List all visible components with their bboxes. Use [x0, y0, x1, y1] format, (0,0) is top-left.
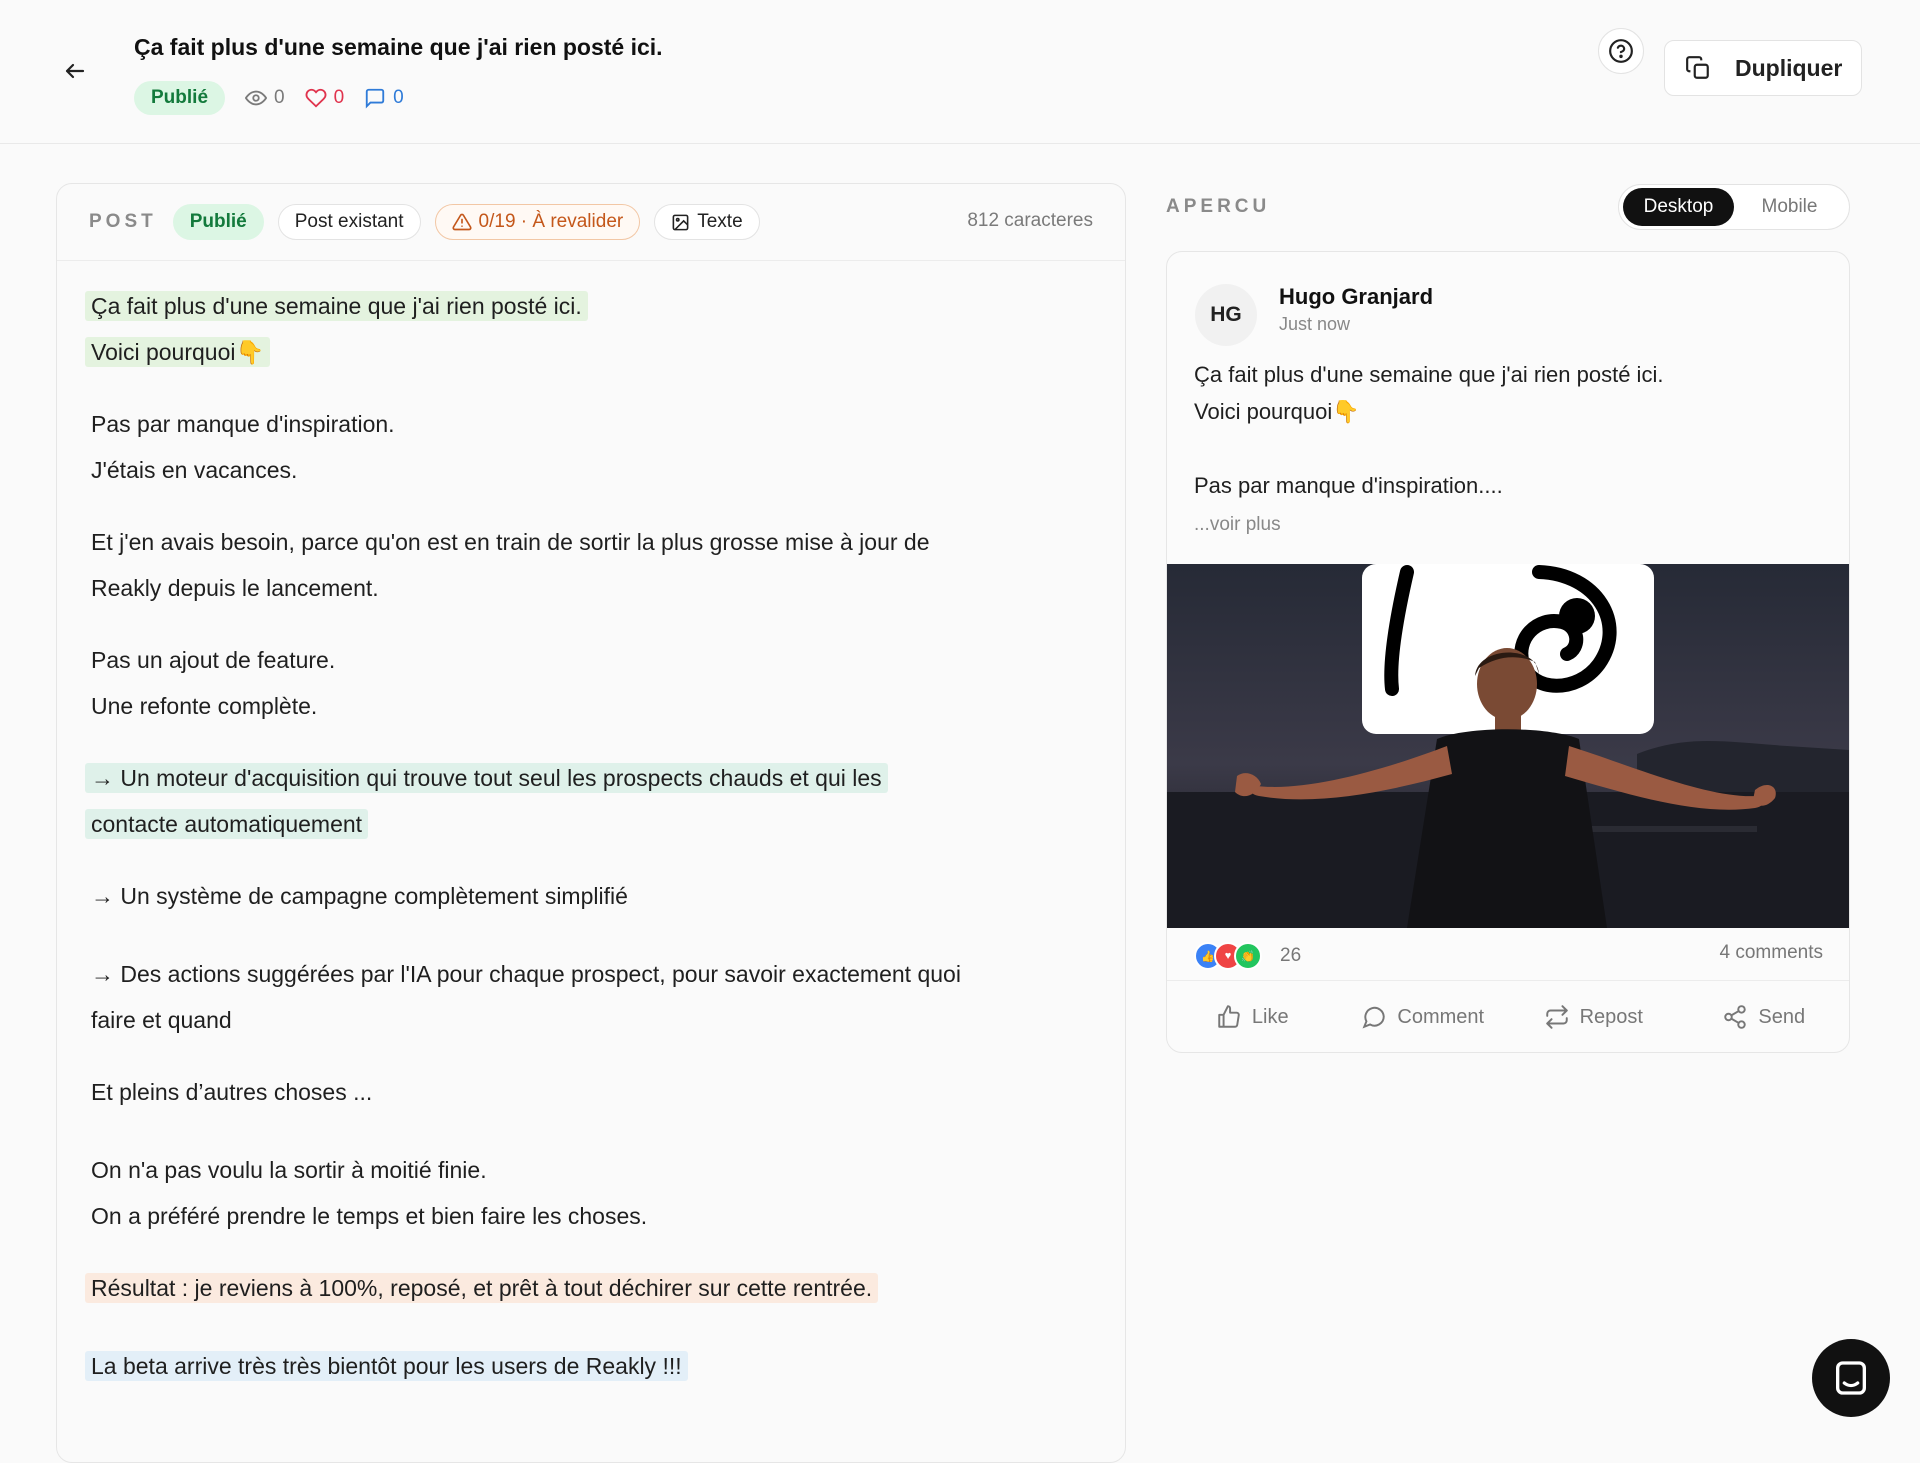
paragraph: → Un moteur d'acquisition qui trouve tou…	[85, 755, 1093, 847]
author-name: Hugo Granjard	[1279, 284, 1434, 309]
warning-triangle-icon	[452, 213, 472, 231]
celebrate-reaction-icon: 👏	[1234, 942, 1262, 970]
tab-mobile[interactable]: Mobile	[1734, 188, 1845, 226]
repost-label: Repost	[1579, 1005, 1643, 1028]
editor-line: Pas un ajout de feature.	[91, 647, 336, 673]
see-more-link[interactable]: ...voir plus	[1194, 514, 1281, 536]
editor-line: → Un système de campagne complètement si…	[91, 883, 628, 909]
like-icon	[1218, 1005, 1240, 1028]
post-image	[1167, 564, 1849, 928]
send-action[interactable]: Send	[1679, 981, 1850, 1052]
preview-line: Voici pourquoi👇	[1194, 399, 1360, 424]
editor-line: Ça fait plus d'une semaine que j'ai rien…	[85, 291, 588, 321]
editor-line: Résultat : je reviens à 100%, reposé, et…	[85, 1273, 879, 1303]
duplicate-button[interactable]: Dupliquer	[1664, 40, 1862, 96]
published-badge: Publié	[172, 204, 264, 240]
character-count: 812 caracteres	[967, 210, 1093, 231]
linkedin-preview-card: HG Hugo Granjard Just now Ça fait plus d…	[1166, 251, 1850, 1053]
likes-stat: 0	[305, 87, 345, 109]
preview-line	[1194, 430, 1824, 467]
paragraph: → Des actions suggérées par l'IA pour ch…	[85, 951, 1093, 1043]
paragraph: La beta arrive très très bientôt pour le…	[85, 1343, 1093, 1389]
device-toggle: Desktop Mobile	[1618, 184, 1850, 230]
editor-line: Pas par manque d'inspiration.	[91, 411, 395, 437]
help-circle-icon	[1609, 39, 1633, 63]
editor-line: On n'a pas voulu la sortir à moitié fini…	[91, 1157, 487, 1183]
avatar: HG	[1195, 284, 1257, 346]
editor-line: Voici pourquoi👇	[85, 337, 271, 367]
editor-line: → Un moteur d'acquisition qui trouve tou…	[85, 763, 888, 793]
post-action-bar: Like Comment Repost Send	[1167, 980, 1850, 1052]
comment-label: Comment	[1397, 1005, 1485, 1028]
editor-line: faire et quand	[91, 1007, 232, 1033]
tab-desktop[interactable]: Desktop	[1623, 188, 1734, 226]
editor-line: Et pleins d’autres choses ...	[91, 1079, 373, 1105]
comment-action[interactable]: Comment	[1338, 981, 1509, 1052]
reaction-count: 26	[1280, 945, 1302, 966]
editor-line: On a préféré prendre le temps et bien fa…	[91, 1203, 648, 1229]
post-meta: Publié 0 0 0	[134, 81, 404, 115]
repost-icon	[1545, 1005, 1568, 1029]
chat-icon	[1836, 1361, 1866, 1395]
page-title: Ça fait plus d'une semaine que j'ai rien…	[134, 34, 663, 60]
preview-text: Ça fait plus d'une semaine que j'ai rien…	[1194, 356, 1824, 504]
arrow-left-icon	[65, 63, 85, 79]
post-section-label: POST	[89, 211, 157, 232]
editor-line: → Des actions suggérées par l'IA pour ch…	[91, 961, 961, 987]
like-action[interactable]: Like	[1167, 981, 1338, 1052]
comment-count[interactable]: 4 comments	[1720, 942, 1823, 964]
comments-stat: 0	[364, 87, 404, 109]
preview-line: Ça fait plus d'une semaine que j'ai rien…	[1194, 362, 1664, 387]
paragraph: Résultat : je reviens à 100%, reposé, et…	[85, 1265, 1093, 1311]
paragraph: On n'a pas voulu la sortir à moitié fini…	[85, 1147, 1093, 1239]
comment-bubble-icon	[366, 88, 385, 109]
like-label: Like	[1251, 1005, 1289, 1028]
help-button[interactable]	[1598, 28, 1644, 74]
reactions-summary[interactable]: 👍 ♥ 👏 26	[1194, 942, 1301, 970]
image-text-icon	[672, 214, 689, 230]
reaction-icons: 👍 ♥ 👏	[1194, 942, 1262, 970]
page-header: Ça fait plus d'une semaine que j'ai rien…	[0, 0, 1920, 144]
validation-label: 0/19 · À revalider	[478, 211, 624, 232]
editor-line: La beta arrive très très bientôt pour le…	[85, 1351, 688, 1381]
support-chat-button[interactable]	[1812, 1339, 1890, 1417]
preview-section-label: APERCU	[1166, 196, 1271, 217]
post-text-editor[interactable]: Ça fait plus d'une semaine que j'ai rien…	[57, 261, 1125, 1389]
editor-line: J'étais en vacances.	[91, 457, 298, 483]
likes-count: 0	[333, 87, 345, 108]
repost-action[interactable]: Repost	[1508, 981, 1679, 1052]
back-button[interactable]	[58, 54, 92, 88]
status-badge: Publié	[134, 81, 226, 115]
paragraph: Ça fait plus d'une semaine que j'ai rien…	[85, 283, 1093, 375]
send-icon	[1724, 1005, 1747, 1029]
paragraph: Pas un ajout de feature. Une refonte com…	[85, 637, 1093, 729]
views-count: 0	[274, 87, 285, 108]
editor-toolbar: POST Publié Post existant 0/19 · À reval…	[57, 184, 1125, 261]
editor-line: contacte automatiquement	[85, 809, 369, 839]
preview-line: Pas par manque d'inspiration....	[1194, 473, 1503, 498]
editor-line: Reakly depuis le lancement.	[91, 575, 379, 601]
comment-icon	[1362, 1006, 1386, 1029]
existing-post-pill[interactable]: Post existant	[277, 204, 421, 240]
duplicate-label: Dupliquer	[1735, 54, 1843, 81]
post-timestamp: Just now	[1279, 314, 1351, 334]
comments-count: 0	[393, 87, 404, 108]
heart-icon	[305, 88, 327, 108]
paragraph: → Un système de campagne complètement si…	[85, 873, 1093, 919]
paragraph: Et pleins d’autres choses ...	[85, 1069, 1093, 1115]
views-stat: 0	[245, 87, 285, 109]
validation-pill[interactable]: 0/19 · À revalider	[434, 204, 641, 240]
send-label: Send	[1758, 1005, 1806, 1028]
post-editor: POST Publié Post existant 0/19 · À reval…	[56, 183, 1126, 1463]
eye-icon	[245, 90, 268, 106]
paragraph: Pas par manque d'inspiration. J'étais en…	[85, 401, 1093, 493]
format-pill[interactable]: Texte	[654, 204, 760, 240]
editor-line: Une refonte complète.	[91, 693, 318, 719]
copy-icon	[1686, 56, 1709, 79]
editor-line: Et j'en avais besoin, parce qu'on est en…	[91, 529, 930, 555]
paragraph: Et j'en avais besoin, parce qu'on est en…	[85, 519, 1093, 611]
format-label: Texte	[697, 211, 743, 232]
